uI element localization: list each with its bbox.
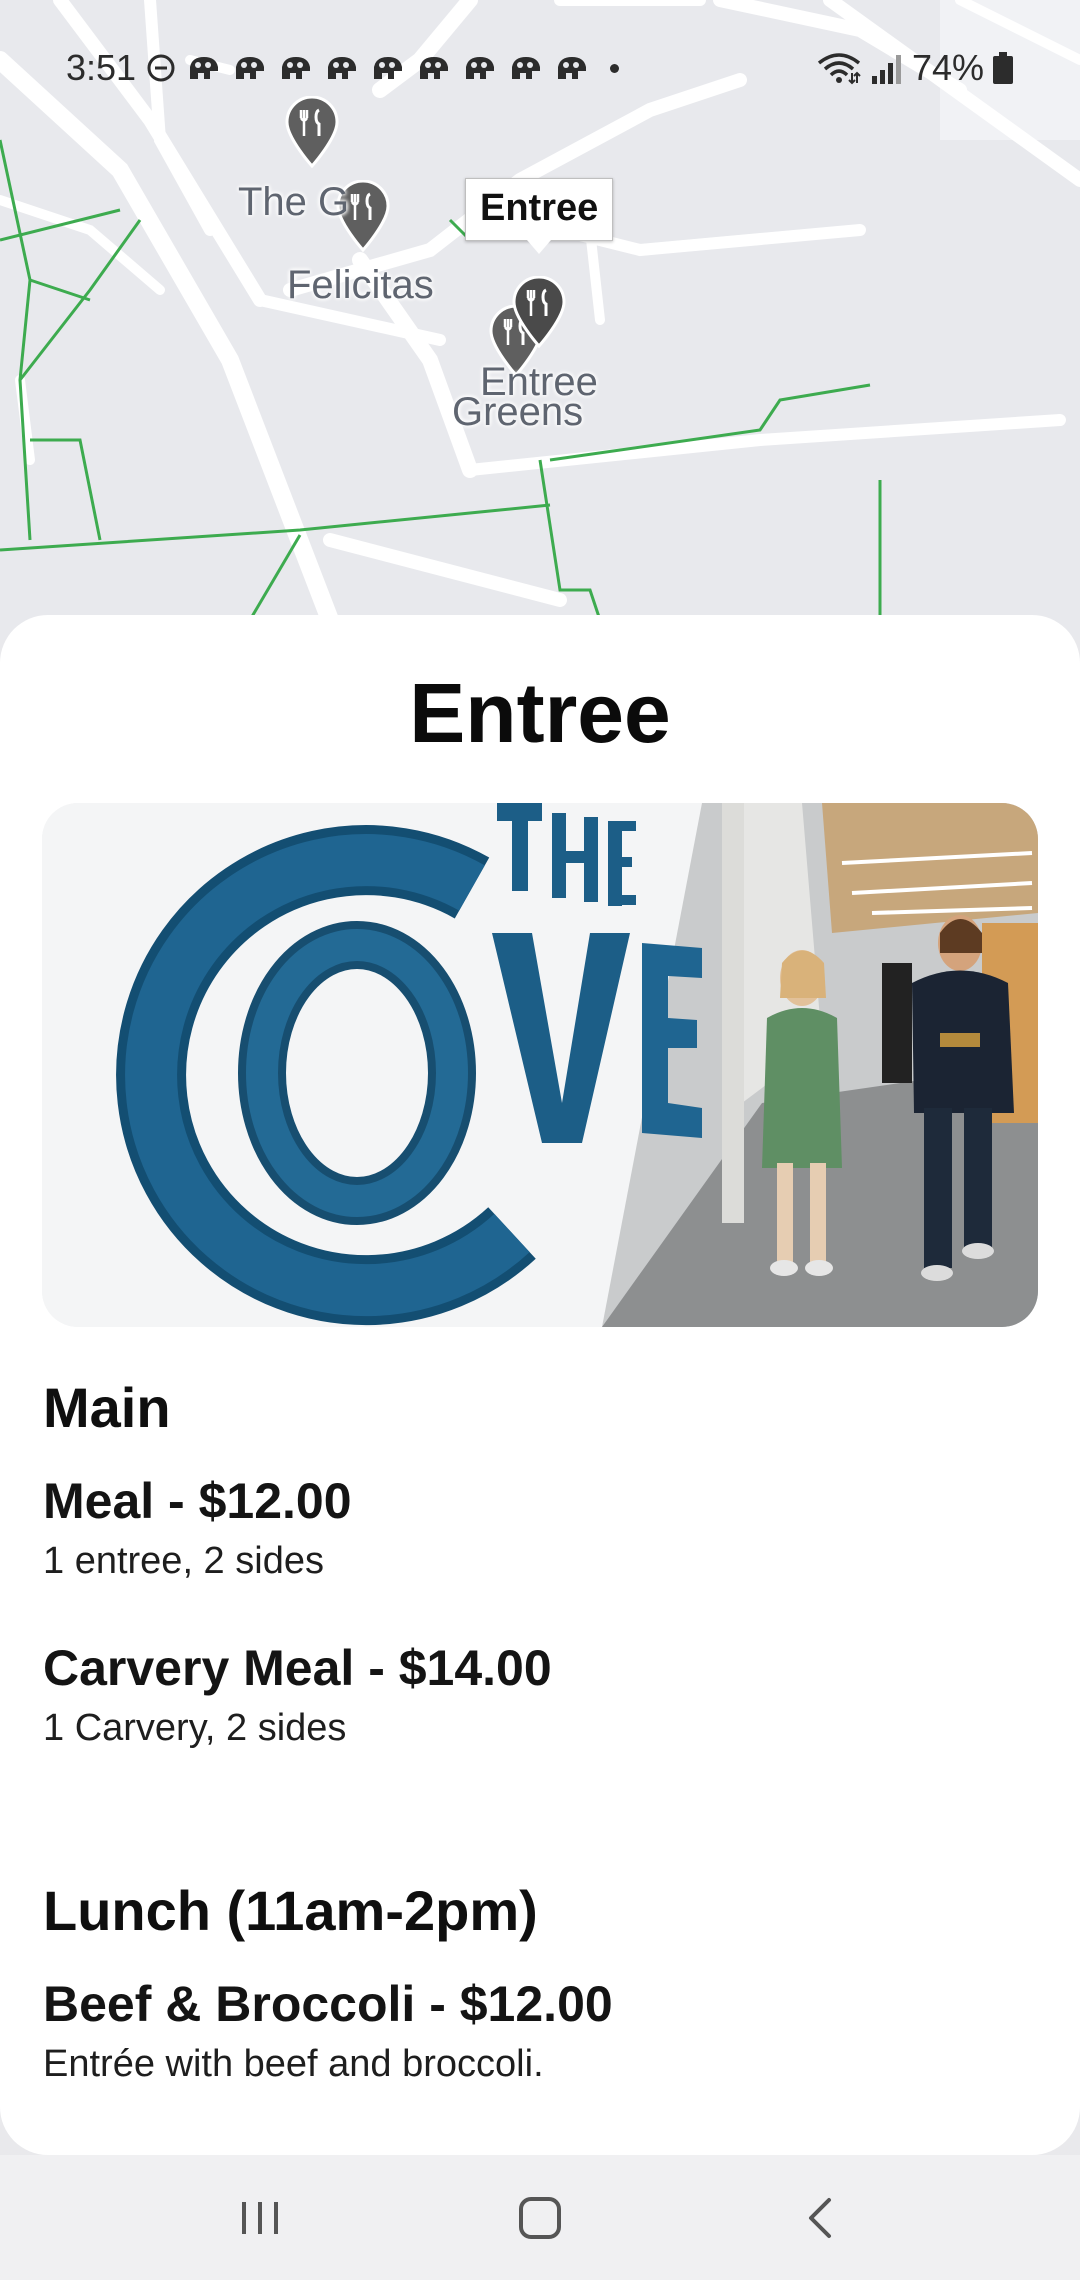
notification-icon (512, 57, 541, 79)
map-view[interactable]: The G Felicitas Entree Greens Entree (0, 0, 1080, 640)
map-label-felicitas: Felicitas (287, 263, 434, 307)
wifi-icon (817, 53, 861, 85)
recents-icon (242, 2201, 278, 2234)
restaurant-marker-icon-selected[interactable] (510, 276, 568, 348)
menu-item-description: Entrée with beef and broccoli. (43, 2043, 544, 2085)
menu-item-name: Carvery Meal - $14.00 (43, 1640, 552, 1696)
signal-icon (871, 55, 901, 84)
back-icon (809, 2197, 831, 2238)
notification-icon (558, 57, 587, 79)
status-time: 3:51 (66, 47, 137, 88)
cove-sign-image (42, 803, 1038, 1327)
notification-icon (466, 57, 495, 79)
back-button[interactable] (775, 2173, 865, 2263)
map-callout[interactable]: Entree (465, 178, 614, 254)
map-label-greens: Greens (452, 390, 584, 434)
home-icon (519, 2196, 561, 2239)
menu-item-description: 1 entree, 2 sides (43, 1540, 324, 1582)
notification-icon (190, 57, 219, 79)
map-label-the-grill: The G (238, 180, 350, 224)
location-details-sheet[interactable]: Entree Main Meal - $12.00 1 entree, 2 si… (0, 615, 1080, 2155)
home-button[interactable] (495, 2173, 585, 2263)
menu-item-name: Meal - $12.00 (43, 1473, 352, 1529)
battery-percent: 74% (911, 47, 984, 88)
battery-icon (993, 52, 1013, 84)
notification-icon (420, 57, 449, 79)
notification-icon (236, 57, 265, 79)
menu-section-heading: Main (43, 1376, 171, 1439)
notification-icon (328, 57, 357, 79)
status-bar: 3:51 74% (0, 40, 1080, 96)
menu-item-name: Beef & Broccoli - $12.00 (43, 1976, 613, 2032)
location-title: Entree (409, 666, 671, 760)
notification-icon (374, 57, 403, 79)
menu-section-heading: Lunch (11am-2pm) (43, 1879, 538, 1942)
recents-button[interactable] (215, 2173, 305, 2263)
location-image (42, 803, 1038, 1327)
more-notifications-dot (610, 63, 620, 73)
notification-icon (282, 57, 311, 79)
menu-item-description: 1 Carvery, 2 sides (43, 1707, 347, 1749)
system-nav-bar (0, 2155, 1080, 2280)
restaurant-marker-icon[interactable] (283, 96, 341, 168)
menu-content[interactable]: Main Meal - $12.00 1 entree, 2 sides Car… (43, 1375, 1043, 2142)
dnd-icon (147, 54, 175, 82)
